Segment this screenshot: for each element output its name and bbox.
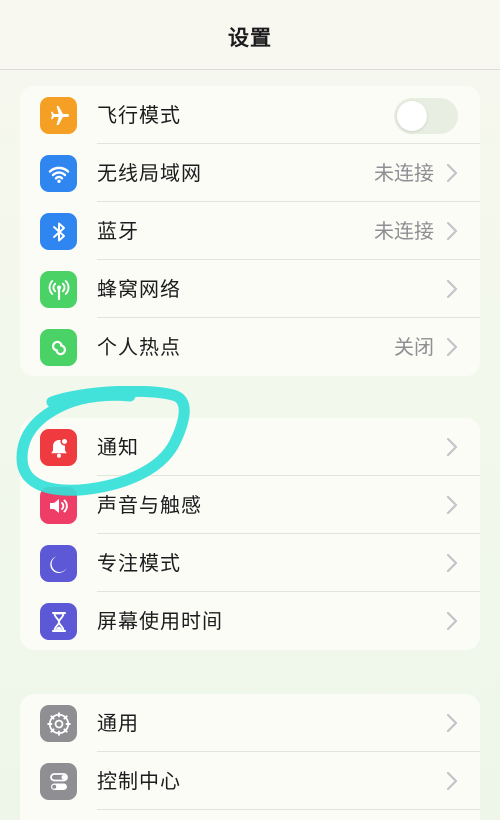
hotspot-link-icon xyxy=(40,329,77,366)
settings-row-wifi[interactable]: 无线局域网 未连接 xyxy=(20,144,480,202)
row-label: 屏幕使用时间 xyxy=(97,609,223,633)
row-label: 蓝牙 xyxy=(97,219,139,243)
speaker-icon xyxy=(40,487,77,524)
chevron-right-icon xyxy=(446,495,458,515)
settings-row-sounds-haptics[interactable]: 声音与触感 xyxy=(20,476,480,534)
chevron-right-icon xyxy=(446,713,458,733)
bell-notification-icon xyxy=(40,429,77,466)
group-general: 通用 控制中心 xyxy=(20,694,480,820)
settings-row-personal-hotspot[interactable]: 个人热点 关闭 xyxy=(20,318,480,376)
settings-row-control-center[interactable]: 控制中心 xyxy=(20,752,480,810)
group-connectivity: 飞行模式 无线局域网 未连接 蓝牙 未连接 蜂窝网络 个人热点 关闭 xyxy=(20,86,480,376)
hourglass-icon xyxy=(40,603,77,640)
chevron-right-icon xyxy=(446,221,458,241)
navigation-bar: 设置 xyxy=(0,0,500,70)
row-value: 未连接 xyxy=(374,219,434,243)
row-label: 声音与触感 xyxy=(97,493,202,517)
chevron-right-icon xyxy=(446,337,458,357)
chevron-right-icon xyxy=(446,437,458,457)
row-label: 无线局域网 xyxy=(97,161,202,185)
row-label: 飞行模式 xyxy=(97,103,181,127)
chevron-right-icon xyxy=(446,553,458,573)
control-center-icon xyxy=(40,763,77,800)
airplane-mode-toggle[interactable] xyxy=(394,98,458,134)
chevron-right-icon xyxy=(446,279,458,299)
wifi-icon xyxy=(40,155,77,192)
row-label: 个人热点 xyxy=(97,335,181,359)
row-label: 控制中心 xyxy=(97,769,181,793)
gear-icon xyxy=(40,705,77,742)
row-value: 关闭 xyxy=(394,335,434,359)
settings-screen: 设置 飞行模式 无线局域网 未连接 蓝牙 未连接 蜂窝网络 个人热点 关闭 通知… xyxy=(0,0,500,820)
chevron-right-icon xyxy=(446,611,458,631)
settings-row-airplane-mode[interactable]: 飞行模式 xyxy=(20,86,480,144)
airplane-icon xyxy=(40,97,77,134)
settings-row-focus[interactable]: 专注模式 xyxy=(20,534,480,592)
settings-row-screen-time[interactable]: 屏幕使用时间 xyxy=(20,592,480,650)
row-label: 蜂窝网络 xyxy=(97,277,181,301)
page-title: 设置 xyxy=(228,25,272,50)
moon-icon xyxy=(40,545,77,582)
settings-row-notifications[interactable]: 通知 xyxy=(20,418,480,476)
settings-row-bluetooth[interactable]: 蓝牙 未连接 xyxy=(20,202,480,260)
row-label: 通知 xyxy=(97,435,139,459)
group-notifications: 通知 声音与触感 专注模式 屏幕使用时间 xyxy=(20,418,480,650)
chevron-right-icon xyxy=(446,771,458,791)
settings-row-general[interactable]: 通用 xyxy=(20,694,480,752)
row-label: 通用 xyxy=(97,711,139,735)
settings-row-cellular[interactable]: 蜂窝网络 xyxy=(20,260,480,318)
bluetooth-icon xyxy=(40,213,77,250)
cellular-antenna-icon xyxy=(40,271,77,308)
row-label: 专注模式 xyxy=(97,551,181,575)
row-separator xyxy=(97,809,480,810)
toggle-knob xyxy=(397,101,427,131)
row-value: 未连接 xyxy=(374,161,434,185)
chevron-right-icon xyxy=(446,163,458,183)
